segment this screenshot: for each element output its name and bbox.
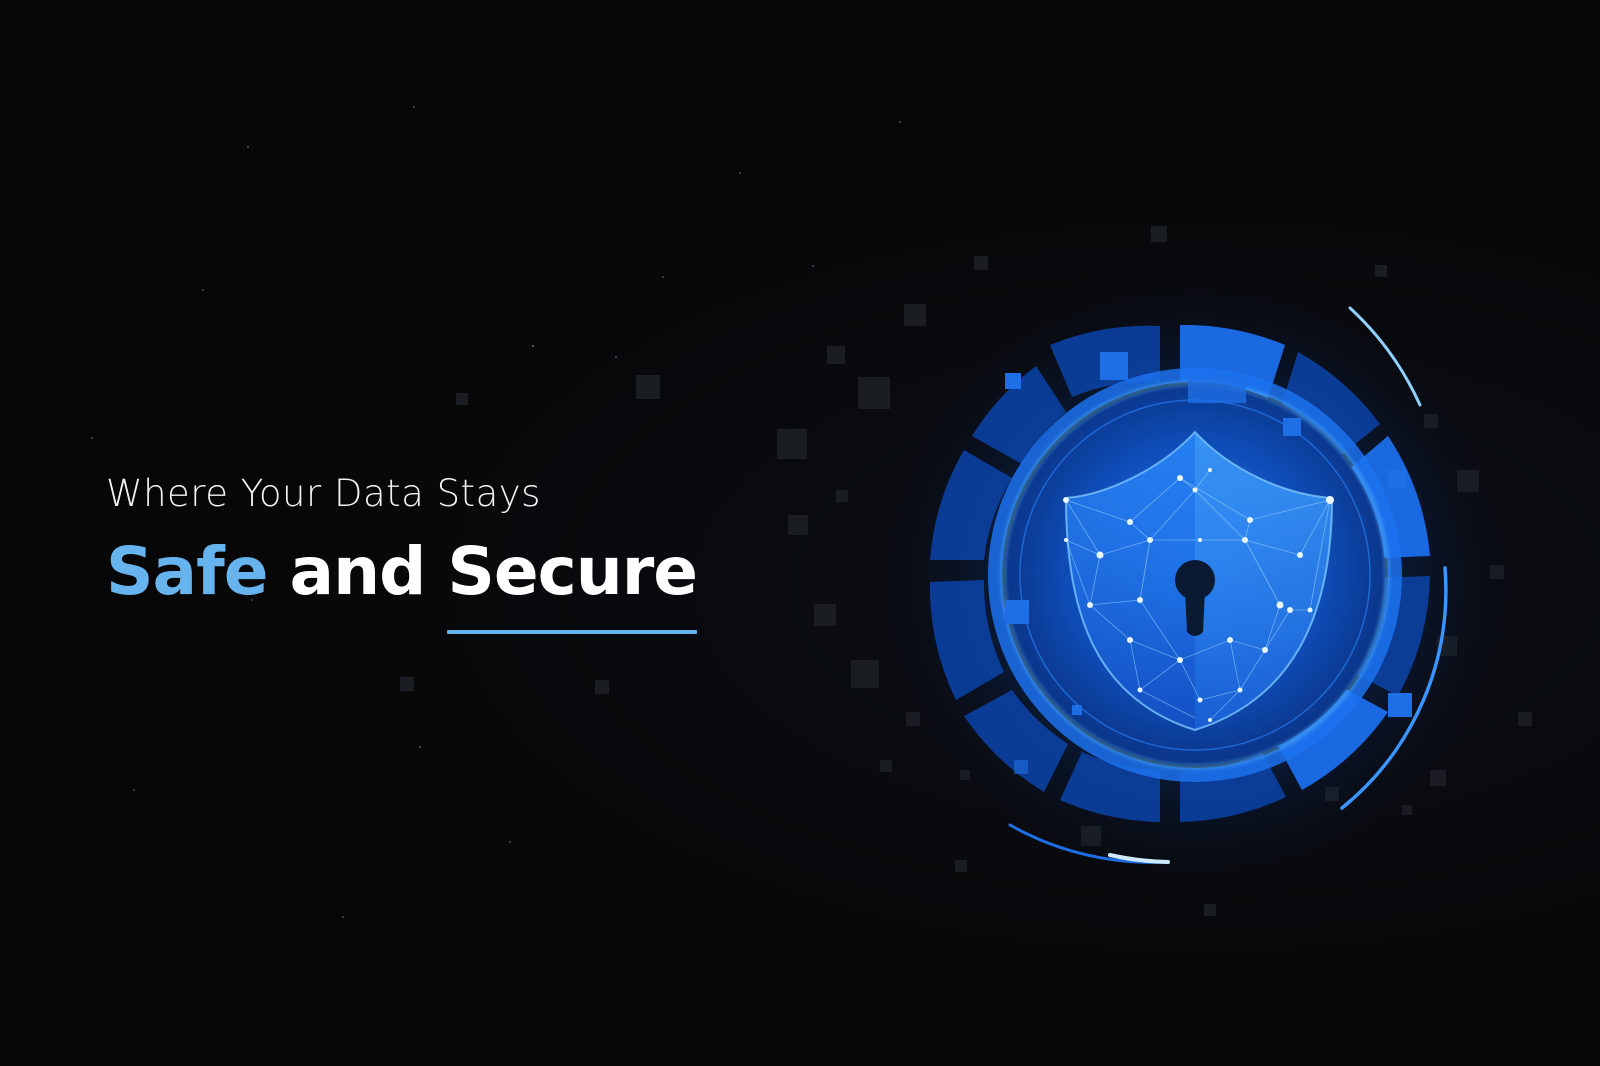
headline-line2: Safe and Secure (106, 530, 866, 634)
secure-underline (447, 630, 698, 634)
headline-line1: Where Your Data Stays (106, 472, 541, 515)
word-secure: Secure (447, 530, 698, 634)
word-and: and (289, 533, 427, 610)
banner: Where Your Data Stays Safe and Secure (0, 0, 1600, 1066)
word-safe: Safe (106, 533, 269, 610)
word-secure-text: Secure (447, 533, 698, 610)
headline: Where Your Data Stays Safe and Secure (106, 470, 866, 634)
